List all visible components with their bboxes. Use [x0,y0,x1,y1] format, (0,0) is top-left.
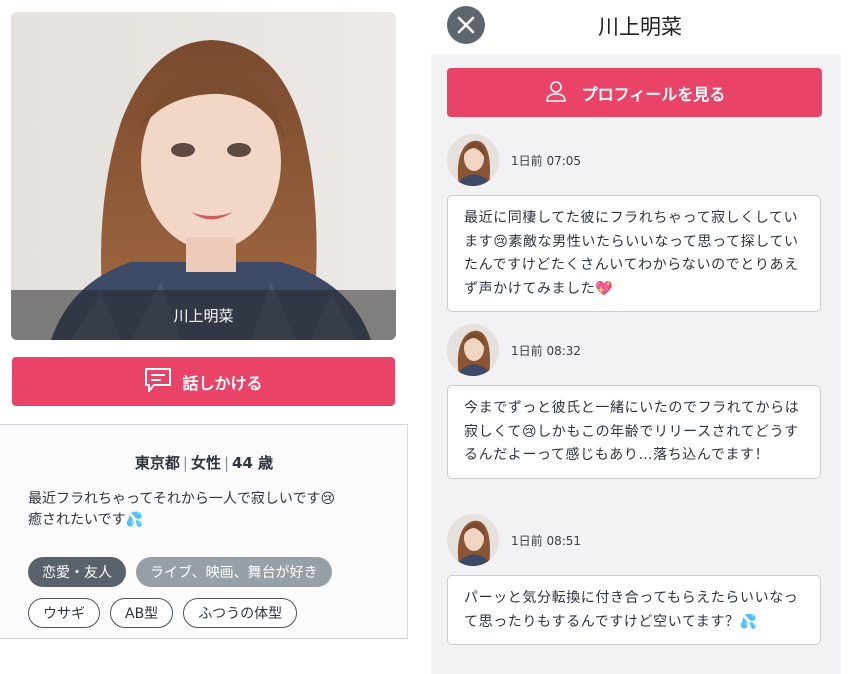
avatar[interactable] [447,134,499,186]
profile-gender: 女性 [190,454,221,472]
chat-message: 1日前 08:51 パーッと気分転換に付き合ってもらえたらいいなって思ったりもす… [447,514,821,645]
chat-panel: 川上明菜 プロフィールを見る 1日前 07:05 最近に同棲してた彼にフラれちゃ… [431,0,849,674]
chat-header: 川上明菜 [431,0,849,54]
bio-line: 癒されたいです💦 [28,512,144,528]
profile-prefecture: 東京都 [134,454,180,472]
chat-messages-area[interactable]: プロフィールを見る 1日前 07:05 最近に同棲してた彼にフラれちゃって寂しく… [431,54,841,674]
user-icon [544,79,568,107]
message-time: 1日前 08:51 [511,533,582,548]
talk-button[interactable]: 話しかける [12,357,395,406]
message-bubble: 最近に同棲してた彼にフラれちゃって寂しくしています😢素敵な男性いたらいいなって思… [447,195,821,312]
meta-separator: | [182,454,188,472]
chat-message: 1日前 07:05 最近に同棲してた彼にフラれちゃって寂しくしています😢素敵な男… [447,134,821,312]
profile-age: 44 歳 [232,454,274,472]
tag-blood-type[interactable]: AB型 [110,598,174,628]
divider [0,638,408,639]
message-time: 1日前 07:05 [511,153,582,168]
avatar[interactable] [447,514,499,566]
message-time: 1日前 08:32 [511,343,582,358]
profile-bio: 最近フラれちゃってそれから一人で寂しいです😢 癒されたいです💦 [28,489,388,531]
tag-hobby[interactable]: ライブ、映画、舞台が好き [136,557,332,587]
avatar[interactable] [447,324,499,376]
chat-message: 1日前 08:32 今までずっと彼氏と一緒にいたのでフラれてからは寂しくて😢しか… [447,324,821,479]
profile-tags: 恋愛・友人 ライブ、映画、舞台が好き ウサギ AB型 ふつうの体型 [28,557,398,639]
profile-meta: 東京都 | 女性 | 44 歳 [0,452,408,473]
tag-purpose[interactable]: 恋愛・友人 [28,557,126,587]
message-bubble: 今までずっと彼氏と一緒にいたのでフラれてからは寂しくて😢しかもこの年齢でリリース… [447,385,821,479]
tag-body-type[interactable]: ふつうの体型 [183,598,298,628]
profile-photo[interactable]: 川上明菜 [11,12,396,340]
bio-line: 最近フラれちゃってそれから一人で寂しいです😢 [28,491,336,507]
meta-separator: | [223,454,230,472]
tag-zodiac[interactable]: ウサギ [28,598,100,628]
profile-panel: 川上明菜 話しかける 東京都 | 女性 | 44 歳 最近フラれちゃってそれから一人で寂… [0,0,410,674]
view-profile-label: プロフィールを見る [581,84,726,104]
view-profile-button[interactable]: プロフィールを見る [447,68,822,117]
message-bubble: パーッと気分転換に付き合ってもらえたらいいなって思ったりもするんですけど空いてま… [447,575,821,645]
talk-button-label: 話しかける [182,373,263,393]
chat-title: 川上明菜 [598,15,682,39]
chat-bubble-icon [144,367,172,397]
photo-name-label: 川上明菜 [11,290,396,340]
